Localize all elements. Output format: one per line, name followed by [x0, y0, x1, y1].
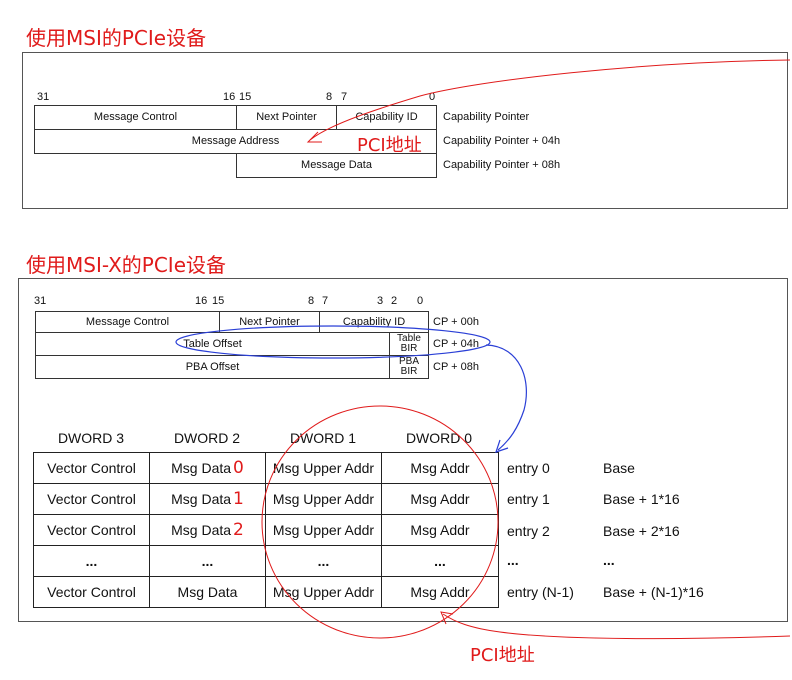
msg-upper-addr-cell: Msg Upper Addr: [265, 514, 382, 546]
ellipsis-cell: ...: [149, 545, 266, 577]
bit-label: 16: [195, 295, 208, 307]
dword-header: DWORD 1: [289, 430, 357, 446]
bit-label: 8: [308, 295, 315, 307]
entry-address-label: Base + (N-1)*16: [603, 584, 704, 600]
pba-offset-cell: PBA Offset: [35, 355, 390, 379]
msix-offset-label: CP + 08h: [433, 361, 479, 373]
bit-label: 0: [429, 91, 436, 103]
vector-control-cell: Vector Control: [33, 483, 150, 515]
bit-label: 15: [239, 91, 252, 103]
entry-label: entry 1: [507, 491, 550, 507]
msg-upper-addr-cell: Msg Upper Addr: [265, 452, 382, 484]
entry-address-label: Base + 2*16: [603, 523, 680, 539]
table-offset-cell: Table Offset: [35, 332, 390, 356]
bit-label: 2: [391, 295, 398, 307]
msg-addr-cell: Msg Addr: [381, 514, 499, 546]
entry-label: entry (N-1): [507, 584, 574, 600]
msi-offset-label: Capability Pointer + 08h: [443, 159, 561, 171]
msg-addr-cell: Msg Addr: [381, 576, 499, 608]
msi-pci-address-annotation: PCI地址: [357, 135, 422, 156]
ellipsis-cell: ...: [33, 545, 150, 577]
entry-index-annotation: 2: [233, 520, 244, 540]
pba-bir-cell: PBA BIR: [389, 355, 429, 379]
ellipsis-cell: ...: [265, 545, 382, 577]
dword-header: DWORD 2: [173, 430, 241, 446]
entry-address-label: ...: [603, 552, 615, 568]
entry-address-label: Base: [603, 460, 635, 476]
msix-pci-address-annotation: PCI地址: [470, 645, 535, 666]
message-control-cell: Message Control: [34, 105, 237, 130]
entry-label: ...: [507, 552, 519, 568]
msi-offset-label: Capability Pointer + 04h: [443, 135, 561, 147]
bit-label: 0: [417, 295, 424, 307]
msix-offset-label: CP + 00h: [433, 316, 479, 328]
msg-addr-cell: Msg Addr: [381, 452, 499, 484]
bit-label: 31: [37, 91, 50, 103]
entry-index-annotation: 1: [233, 489, 244, 509]
bit-label: 7: [322, 295, 329, 307]
msg-data-label: Msg Data: [171, 522, 232, 538]
msg-upper-addr-cell: Msg Upper Addr: [265, 576, 382, 608]
msix-next-pointer-cell: Next Pointer: [219, 311, 320, 333]
pba-bir-line2: BIR: [400, 366, 418, 377]
vector-control-cell: Vector Control: [33, 514, 150, 546]
msix-heading: 使用MSI-X的PCIe设备: [26, 253, 226, 277]
msg-addr-cell: Msg Addr: [381, 483, 499, 515]
capability-id-cell: Capability ID: [336, 105, 437, 130]
msix-panel: 31 16 15 8 7 3 2 0 Message Control Next …: [18, 278, 788, 622]
entry-index-annotation: 0: [233, 458, 244, 478]
bit-label: 3: [377, 295, 384, 307]
msix-capability-id-cell: Capability ID: [319, 311, 429, 333]
msg-data-cell: Msg Data 2: [149, 514, 266, 546]
vector-control-cell: Vector Control: [33, 576, 150, 608]
table-bir-cell: Table BIR: [389, 332, 429, 356]
msg-data-label: Msg Data: [171, 491, 232, 507]
msi-heading: 使用MSI的PCIe设备: [26, 26, 207, 50]
entry-label: entry 2: [507, 523, 550, 539]
bit-label: 16: [223, 91, 236, 103]
vector-control-cell: Vector Control: [33, 452, 150, 484]
dword-header: DWORD 0: [405, 430, 473, 446]
msg-data-cell: Msg Data 1: [149, 483, 266, 515]
bit-label: 7: [341, 91, 348, 103]
bit-label: 15: [212, 295, 225, 307]
ellipsis-cell: ...: [381, 545, 499, 577]
entry-label: entry 0: [507, 460, 550, 476]
dword-header: DWORD 3: [57, 430, 125, 446]
msix-offset-label: CP + 04h: [433, 338, 479, 350]
msg-upper-addr-cell: Msg Upper Addr: [265, 483, 382, 515]
next-pointer-cell: Next Pointer: [236, 105, 337, 130]
msg-data-cell: Msg Data: [149, 576, 266, 608]
bit-label: 8: [326, 91, 333, 103]
bit-label: 31: [34, 295, 47, 307]
msi-offset-label: Capability Pointer: [443, 111, 530, 123]
entry-address-label: Base + 1*16: [603, 491, 680, 507]
msg-data-cell: Msg Data 0: [149, 452, 266, 484]
table-bir-line2: BIR: [400, 343, 418, 354]
msg-data-label: Msg Data: [171, 460, 232, 476]
msix-message-control-cell: Message Control: [35, 311, 220, 333]
